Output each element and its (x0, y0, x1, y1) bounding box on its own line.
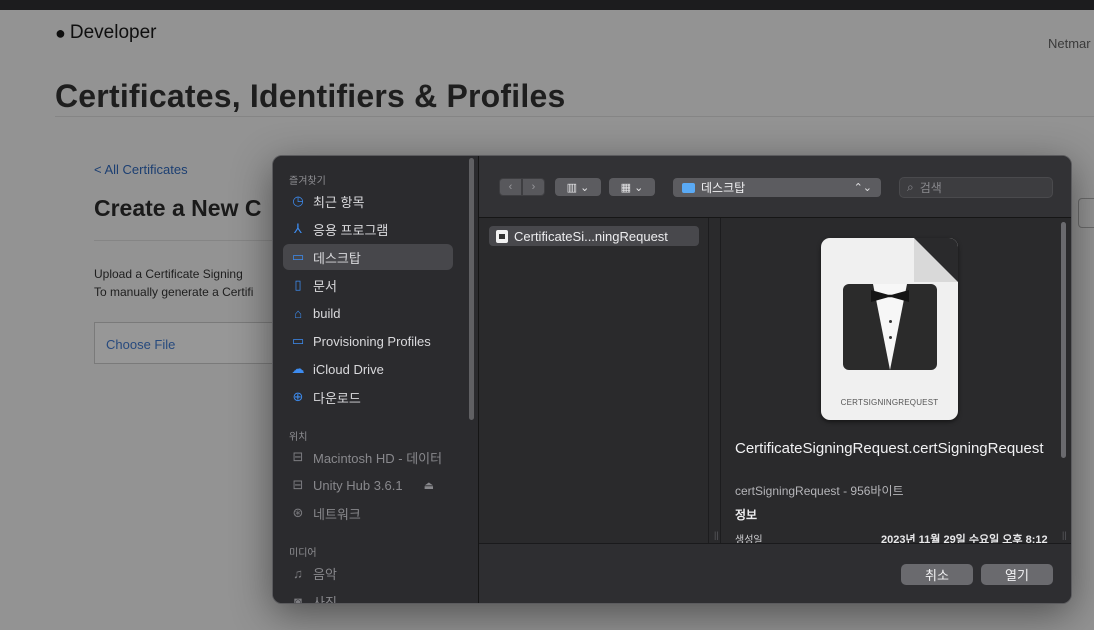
document-icon: ▯ (294, 277, 302, 292)
search-field[interactable]: ⌕ 검색 (899, 177, 1053, 198)
tuxedo-icon (843, 284, 937, 370)
upload-instructions: Upload a Certificate Signing To manually… (94, 265, 253, 301)
shirt-button (889, 320, 892, 323)
forward-button[interactable]: › (522, 178, 545, 196)
location-label: 데스크탑 (701, 181, 746, 195)
network-icon: ⊛ (292, 505, 304, 520)
file-preview: CERTSIGNINGREQUEST CertificateSigningReq… (725, 218, 1055, 543)
sidebar-scrollbar[interactable] (469, 158, 474, 420)
created-label: 생성일 (735, 535, 763, 543)
resize-grip-icon: || (1062, 530, 1067, 540)
media-title: 미디어 (289, 548, 317, 559)
disk-icon: ⊟ (292, 449, 304, 464)
page-title: Certificates, Identifiers & Profiles (55, 78, 566, 114)
folder-icon: ▭ (291, 333, 305, 348)
file-column: CertificateSi...ningRequest (479, 218, 709, 543)
brand-label: Developer (69, 22, 157, 43)
camera-icon: ◙ (294, 593, 302, 604)
developer-logo[interactable]: ● Developer (55, 22, 156, 44)
sidebar-item-icloud-drive[interactable]: ☁ iCloud Drive (283, 356, 453, 382)
sidebar-item-label: 다운로드 (313, 390, 361, 406)
sidebar-item-applications[interactable]: ⅄ 응용 프로그램 (283, 216, 453, 242)
file-name: CertificateSi...ningRequest (514, 228, 668, 244)
document-icon (496, 229, 508, 243)
back-button[interactable]: ‹ (499, 178, 522, 196)
sidebar-item-desktop[interactable]: ▭ 데스크탑 (283, 244, 453, 270)
account-name[interactable]: Netmar (1048, 36, 1091, 51)
home-icon: ⌂ (294, 305, 302, 321)
browser-pane: ‹ › ▥ ⌄ ▦ ⌄ 데스크탑 ⌃⌄ ⌕ 검색 CertificateSi..… (479, 156, 1071, 603)
resize-grip-icon: || (714, 530, 719, 540)
dialog-toolbar: ‹ › ▥ ⌄ ▦ ⌄ 데스크탑 ⌃⌄ ⌕ 검색 (479, 156, 1071, 218)
music-icon: ♫ (293, 565, 303, 581)
sidebar-item-macintosh-hd[interactable]: ⊟ Macintosh HD - 데이터 (283, 444, 453, 470)
open-button[interactable]: 열기 (981, 564, 1053, 585)
sidebar-item-label: 응용 프로그램 (313, 222, 389, 238)
created-value: 2023년 11월 29일 수요일 오후 8:12 (881, 534, 1048, 543)
sidebar-item-unity-hub[interactable]: ⊟ Unity Hub 3.6.1 ⏏ (283, 472, 453, 498)
sidebar-item-label: 사진 (313, 594, 337, 604)
sidebar-item-label: build (313, 305, 341, 321)
browser-topbar (0, 0, 1094, 10)
sidebar-item-build[interactable]: ⌂ build (283, 300, 453, 326)
upload-line-1: Upload a Certificate Signing (94, 267, 243, 281)
divider (94, 240, 284, 241)
column-view-button[interactable]: ▥ ⌄ (555, 178, 601, 196)
sidebar-item-music[interactable]: ♫ 음악 (283, 560, 453, 586)
chevron-updown-icon: ⌃⌄ (853, 182, 872, 194)
info-heading: 정보 (735, 508, 758, 522)
sidebar-item-network[interactable]: ⊛ 네트워크 (283, 500, 453, 526)
column-resize-handle[interactable]: || (711, 218, 721, 543)
desktop-icon: ▭ (291, 249, 305, 264)
file-item[interactable]: CertificateSi...ningRequest (489, 226, 699, 246)
sidebar-item-documents[interactable]: ▯ 문서 (283, 272, 453, 298)
sidebar-item-photos[interactable]: ◙ 사진 (283, 588, 453, 604)
sidebar-item-recents[interactable]: ◷ 최근 항목 (283, 188, 453, 214)
sidebar-item-label: iCloud Drive (313, 361, 384, 377)
sidebar-item-label: 음악 (313, 566, 337, 582)
applications-icon: ⅄ (294, 221, 302, 236)
sidebar: 즐겨찾기 ◷ 최근 항목 ⅄ 응용 프로그램 ▭ 데스크탑 ▯ 문서 ⌂ bui… (273, 156, 479, 604)
folder-icon (682, 182, 695, 193)
search-icon: ⌕ (907, 180, 914, 194)
gallery-view-button[interactable]: ▦ ⌄ (609, 178, 655, 196)
file-open-dialog: 즐겨찾기 ◷ 최근 항목 ⅄ 응용 프로그램 ▭ 데스크탑 ▯ 문서 ⌂ bui… (272, 155, 1072, 604)
page-action-button[interactable] (1078, 198, 1094, 228)
preview-scrollbar[interactable] (1061, 222, 1066, 458)
cloud-icon: ☁ (291, 361, 305, 376)
sidebar-item-downloads[interactable]: ⊕ 다운로드 (283, 384, 453, 410)
sidebar-item-label: Unity Hub 3.6.1 (313, 477, 403, 493)
divider (55, 116, 1094, 117)
location-popup[interactable]: 데스크탑 ⌃⌄ (673, 178, 881, 197)
eject-icon[interactable]: ⏏ (424, 479, 434, 492)
cancel-button[interactable]: 취소 (901, 564, 973, 585)
sidebar-item-label: 네트워크 (313, 506, 361, 522)
shirt-button (889, 336, 892, 339)
upload-line-2: To manually generate a Certifi (94, 285, 254, 299)
file-type-badge: CERTSIGNINGREQUEST (840, 398, 939, 407)
preview-file-type: certSigningRequest - 956바이트 (735, 484, 904, 498)
sidebar-item-label: Macintosh HD - 데이터 (313, 450, 443, 466)
clock-icon: ◷ (292, 193, 304, 208)
preview-file-name: CertificateSigningRequest.certSigningReq… (735, 440, 1044, 457)
dialog-footer: 취소 열기 (479, 543, 1071, 603)
favorites-title: 즐겨찾기 (289, 176, 326, 187)
sidebar-item-label: 최근 항목 (313, 194, 365, 210)
download-icon: ⊕ (292, 389, 304, 404)
section-title: Create a New C (94, 195, 262, 221)
file-thumbnail: CERTSIGNINGREQUEST (821, 238, 958, 420)
sidebar-item-label: 데스크탑 (313, 250, 361, 266)
disk-icon: ⊟ (292, 477, 304, 492)
sidebar-item-provisioning-profiles[interactable]: ▭ Provisioning Profiles (283, 328, 453, 354)
sidebar-item-label: Provisioning Profiles (313, 333, 431, 349)
page-fold (914, 238, 958, 282)
choose-file-button[interactable]: Choose File (94, 322, 284, 364)
search-placeholder: 검색 (919, 181, 942, 195)
sidebar-item-label: 문서 (313, 278, 337, 294)
apple-logo-icon: ● (55, 22, 66, 43)
navigation-buttons: ‹ › (499, 178, 545, 196)
locations-title: 위치 (289, 432, 308, 443)
all-certificates-link[interactable]: < All Certificates (94, 162, 188, 177)
